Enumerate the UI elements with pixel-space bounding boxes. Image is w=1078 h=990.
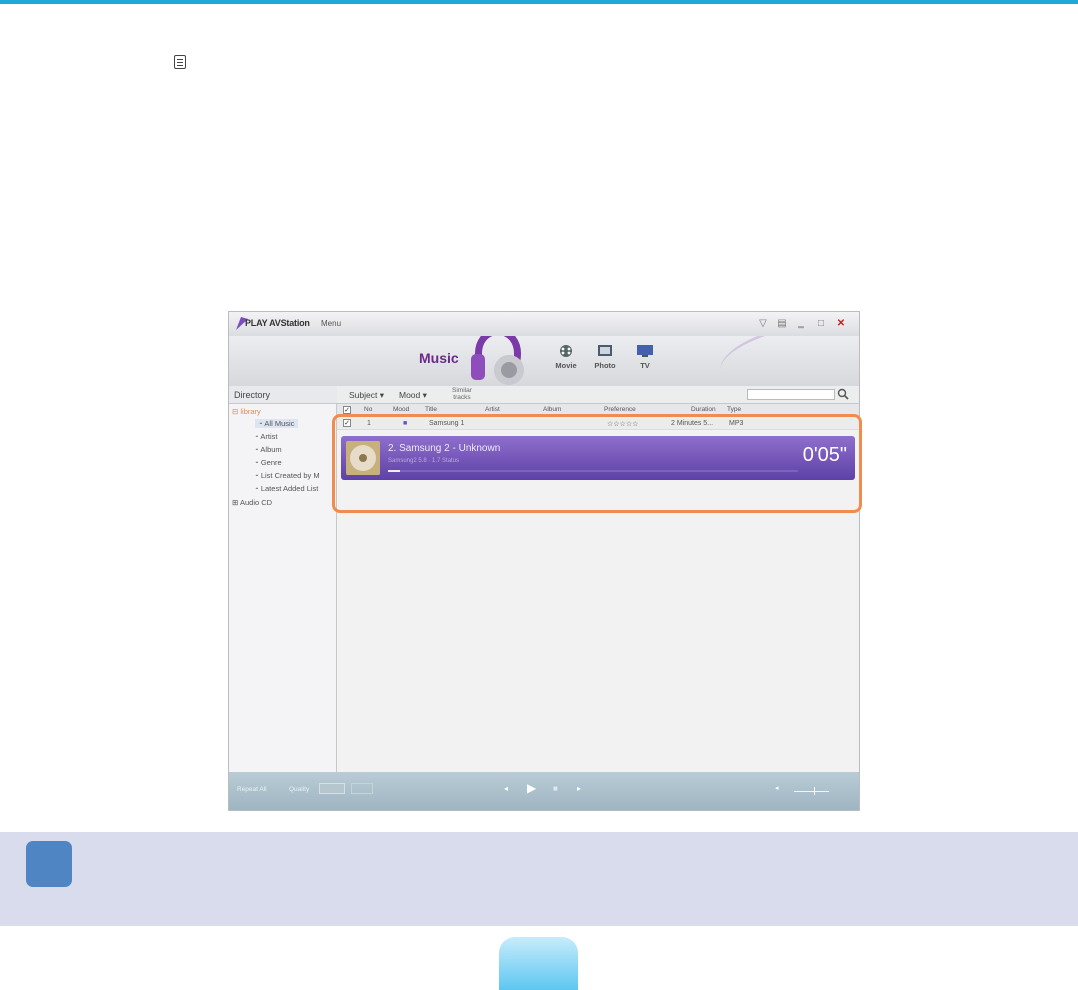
headphones-icon xyxy=(471,336,524,385)
photo-icon xyxy=(598,345,612,356)
nav-tv[interactable]: TV xyxy=(628,344,662,370)
nav-photo-label: Photo xyxy=(594,361,616,370)
top-rule xyxy=(0,0,1078,4)
col-preference[interactable]: Preference xyxy=(604,406,636,413)
tree-expand-icon[interactable]: ⊞ xyxy=(232,498,240,507)
quality-option[interactable] xyxy=(351,783,373,794)
directory-item-latest-added[interactable]: ⁃ Latest Added List xyxy=(255,484,318,493)
directory-header: Directory xyxy=(229,386,337,404)
previous-icon[interactable]: ◂ xyxy=(504,784,508,793)
play-icon[interactable]: ▶ xyxy=(527,781,536,795)
stop-icon[interactable]: ■ xyxy=(553,784,558,793)
info-band xyxy=(0,832,1078,926)
close-icon[interactable]: ✕ xyxy=(833,316,849,332)
filter-icon[interactable]: ▽ xyxy=(755,316,771,332)
playback-control-bar: Repeat All Quality ◂ ▶ ■ ▸ ◂ xyxy=(229,772,859,810)
grid-icon[interactable]: ▤ xyxy=(774,316,790,332)
nav-tv-label: TV xyxy=(640,361,650,370)
note-icon xyxy=(174,55,186,69)
movie-icon xyxy=(560,345,572,357)
app-title: PLAY AVStation xyxy=(245,318,310,328)
col-album[interactable]: Album xyxy=(543,406,561,413)
directory-item-all-music[interactable]: ⁃ All Music xyxy=(255,419,299,428)
info-icon xyxy=(26,841,72,887)
page-number-tab xyxy=(499,937,578,990)
volume-slider[interactable] xyxy=(794,791,829,792)
col-no[interactable]: No xyxy=(364,406,372,413)
directory-item-artist[interactable]: ⁃ Artist xyxy=(255,432,278,441)
tv-icon xyxy=(637,345,653,357)
manual-page: PLAY AVStation Menu ▽ ▤ ‗ □ ✕ Music Movi… xyxy=(0,0,1078,990)
quality-toggle[interactable] xyxy=(319,783,345,794)
search-icon[interactable] xyxy=(837,388,849,400)
directory-pane: ⊟ library ⁃ All Music ⁃ Artist ⁃ Album ⁃… xyxy=(229,404,337,772)
repeat-mode[interactable]: Repeat All xyxy=(237,786,267,793)
decorative-swoosh xyxy=(714,336,859,386)
list-toolbar: Subject ▾ Mood ▾ Similar tracks xyxy=(337,386,859,404)
next-icon[interactable]: ▸ xyxy=(577,784,581,793)
col-mood[interactable]: Mood xyxy=(393,406,409,413)
subject-dropdown[interactable]: Subject ▾ xyxy=(349,390,384,401)
volume-icon[interactable]: ◂ xyxy=(775,784,779,792)
col-artist[interactable]: Artist xyxy=(485,406,500,413)
nav-movie-label: Movie xyxy=(555,361,577,370)
similar-tracks-button[interactable]: Similar tracks xyxy=(452,387,472,401)
directory-item-genre[interactable]: ⁃ Genre xyxy=(255,458,282,467)
col-title[interactable]: Title xyxy=(425,406,437,413)
nav-current-music[interactable]: Music xyxy=(419,350,459,366)
search-input[interactable] xyxy=(747,389,835,400)
select-all-checkbox[interactable]: ✓ xyxy=(343,406,351,414)
maximize-icon[interactable]: □ xyxy=(813,316,829,332)
nav-movie[interactable]: Movie xyxy=(549,344,583,370)
mood-dropdown[interactable]: Mood ▾ xyxy=(399,390,427,401)
directory-item-album[interactable]: ⁃ Album xyxy=(255,445,282,454)
quality-label[interactable]: Quality xyxy=(289,786,309,793)
volume-slider-thumb[interactable] xyxy=(814,787,815,795)
col-duration[interactable]: Duration xyxy=(691,406,716,413)
nav-band: Music Movie Photo TV xyxy=(229,336,859,386)
nav-photo[interactable]: Photo xyxy=(588,344,622,370)
directory-item-audio-cd[interactable]: ⊞ Audio CD xyxy=(232,498,272,507)
menu-button[interactable]: Menu xyxy=(321,319,341,328)
col-type[interactable]: Type xyxy=(727,406,741,413)
directory-root[interactable]: ⊟ library xyxy=(232,407,261,416)
avstation-window: PLAY AVStation Menu ▽ ▤ ‗ □ ✕ Music Movi… xyxy=(228,311,860,811)
directory-item-list-created[interactable]: ⁃ List Created by M xyxy=(255,471,320,480)
callout-highlight xyxy=(332,414,862,513)
title-bar: PLAY AVStation Menu ▽ ▤ ‗ □ ✕ xyxy=(229,312,859,336)
minimize-icon[interactable]: ‗ xyxy=(793,316,809,332)
